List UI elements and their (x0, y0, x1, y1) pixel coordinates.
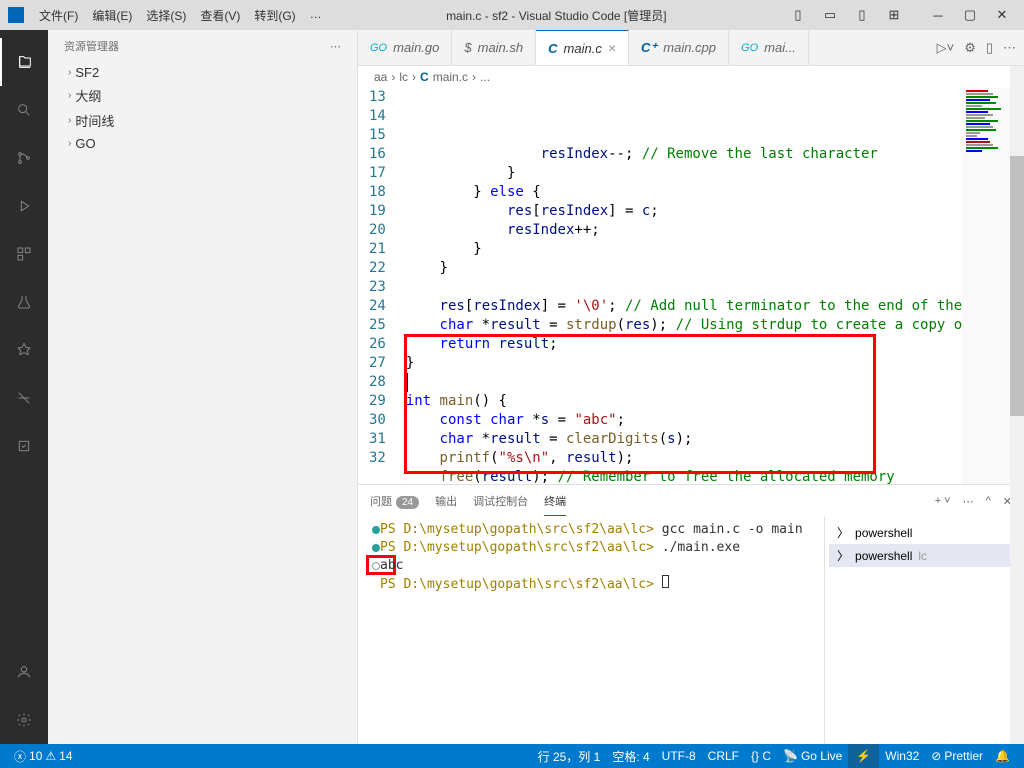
tree-item[interactable]: ›SF2 (48, 62, 357, 83)
code-area[interactable]: resIndex--; // Remove the last character… (406, 88, 962, 484)
testing-icon[interactable] (0, 278, 48, 326)
sb-spaces[interactable]: 空格: 4 (606, 748, 655, 765)
sb-remote-icon[interactable]: ⚡ (848, 744, 879, 768)
window-controls: ─ ▢ ✕ (924, 5, 1016, 25)
sb-prettier[interactable]: ⊘ Prettier (925, 749, 989, 763)
bottom-panel: 问题24 输出调试控制台终端 + ˅ ⋯ ^ ✕ PS D:\mysetup\go… (358, 484, 1024, 744)
chevron-right-icon: › (68, 115, 71, 126)
more-icon[interactable]: ⋯ (963, 495, 974, 508)
menu-item[interactable]: … (303, 7, 329, 24)
menu-item[interactable]: 查看(V) (193, 7, 247, 24)
run-icon[interactable]: ▷˅ (937, 40, 955, 56)
sb-errors[interactable]: ⓧ 10 ⚠ 14 (8, 748, 79, 765)
editor-body[interactable]: 1314151617181920212223242526272829303132… (358, 88, 1024, 484)
titlebar: 文件(F)编辑(E)选择(S)查看(V)转到(G)… main.c - sf2 … (0, 0, 1024, 30)
sb-encoding[interactable]: UTF-8 (656, 749, 702, 763)
terminal-line: PS D:\mysetup\gopath\src\sf2\aa\lc> ./ma… (370, 539, 812, 557)
chevron-up-icon[interactable]: ^ (986, 495, 991, 508)
terminal-line: PS D:\mysetup\gopath\src\sf2\aa\lc> (370, 575, 812, 594)
settings-icon[interactable] (0, 696, 48, 744)
panel-tabs: 问题24 输出调试控制台终端 + ˅ ⋯ ^ ✕ (358, 485, 1024, 517)
source-control-icon[interactable] (0, 134, 48, 182)
panel-tab[interactable]: 调试控制台 (473, 487, 528, 515)
panel-tab[interactable]: 输出 (435, 487, 457, 515)
terminal-list-item[interactable]: 〉powershell (829, 521, 1020, 544)
line-gutter: 1314151617181920212223242526272829303132 (358, 88, 406, 484)
terminal-line: PS D:\mysetup\gopath\src\sf2\aa\lc> gcc … (370, 521, 812, 539)
layout-icon[interactable]: ⊞ (880, 5, 908, 25)
editor-area: GOmain.go$main.shCmain.c×C⁺main.cppGOmai… (358, 30, 1024, 744)
tab-actions: ▷˅ ⚙ ▯ ⋯ (929, 30, 1024, 65)
vscode-icon (8, 7, 24, 23)
sb-lang[interactable]: {} C (745, 749, 777, 763)
window-title: main.c - sf2 - Visual Studio Code [管理员] (329, 7, 784, 24)
editor-tab[interactable]: C⁺main.cpp (629, 30, 729, 65)
explorer-icon[interactable] (0, 38, 48, 86)
sidebar-title: 资源管理器 (64, 38, 119, 54)
c-file-icon: C (420, 70, 429, 84)
terminal-list-item[interactable]: 〉powershell lc (829, 544, 1020, 567)
menu-item[interactable]: 转到(G) (247, 7, 302, 24)
panel-actions: + ˅ ⋯ ^ ✕ (935, 495, 1012, 508)
new-terminal-icon[interactable]: + ˅ (935, 495, 951, 508)
panel-tab[interactable]: 问题24 (370, 487, 419, 515)
tree-item[interactable]: ›GO (48, 133, 357, 154)
sb-platform[interactable]: Win32 (879, 749, 925, 763)
close-button[interactable]: ✕ (988, 5, 1016, 25)
more-icon[interactable]: ⋯ (330, 40, 341, 53)
tree-item[interactable]: ›大纲 (48, 83, 357, 108)
menu-item[interactable]: 选择(S) (139, 7, 193, 24)
sb-eol[interactable]: CRLF (702, 749, 745, 763)
layout-icon[interactable]: ▭ (816, 5, 844, 25)
sb-position[interactable]: 行 25，列 1 (532, 748, 607, 765)
split-icon[interactable]: ▯ (986, 40, 993, 56)
activity-bar (0, 30, 48, 744)
chevron-right-icon: › (68, 138, 71, 149)
gear-icon[interactable]: ⚙ (964, 40, 976, 56)
layout-icon[interactable]: ▯ (848, 5, 876, 25)
sidebar-header: 资源管理器 ⋯ (48, 30, 357, 62)
editor-tab[interactable]: Cmain.c× (536, 30, 629, 65)
terminal-list: 〉powershell〉powershell lc (824, 517, 1024, 744)
minimize-button[interactable]: ─ (924, 5, 952, 25)
sb-notifications-icon[interactable]: 🔔 (989, 749, 1016, 763)
editor-tab[interactable]: GOmai... (729, 30, 809, 65)
sidebar: 资源管理器 ⋯ ›SF2›大纲›时间线›GO (48, 30, 358, 744)
panel-tab[interactable]: 终端 (544, 487, 566, 516)
chevron-right-icon: › (68, 90, 71, 101)
editor-tab[interactable]: $main.sh (452, 30, 536, 65)
extensions-icon[interactable] (0, 230, 48, 278)
close-tab-icon[interactable]: × (608, 40, 616, 56)
menu-item[interactable]: 编辑(E) (85, 7, 139, 24)
more-icon[interactable]: ⋯ (1003, 40, 1016, 56)
layout-icon[interactable]: ▯ (784, 5, 812, 25)
maximize-button[interactable]: ▢ (956, 5, 984, 25)
accounts-icon[interactable] (0, 648, 48, 696)
terminal-icon: 〉 (837, 524, 849, 541)
menu-bar: 文件(F)编辑(E)选择(S)查看(V)转到(G)… (32, 7, 329, 24)
scrollbar-vertical[interactable] (1010, 66, 1024, 744)
breadcrumb[interactable]: aa › lc › C main.c › ... (358, 66, 1024, 88)
sidebar-tree: ›SF2›大纲›时间线›GO (48, 62, 357, 744)
extension-icon[interactable] (0, 422, 48, 470)
sb-golive[interactable]: 📡 Go Live (777, 749, 848, 763)
editor-tabs: GOmain.go$main.shCmain.c×C⁺main.cppGOmai… (358, 30, 1024, 66)
editor-tab[interactable]: GOmain.go (358, 30, 452, 65)
menu-item[interactable]: 文件(F) (32, 7, 85, 24)
layout-controls: ▯ ▭ ▯ ⊞ (784, 5, 908, 25)
search-icon[interactable] (0, 86, 48, 134)
terminal-icon: 〉 (837, 547, 849, 564)
tree-item[interactable]: ›时间线 (48, 108, 357, 133)
chevron-right-icon: › (68, 67, 71, 78)
run-debug-icon[interactable] (0, 182, 48, 230)
extension-icon[interactable] (0, 374, 48, 422)
statusbar: ⓧ 10 ⚠ 14 行 25，列 1 空格: 4 UTF-8 CRLF {} C… (0, 744, 1024, 768)
terminal-line: abc (370, 557, 812, 575)
terminal[interactable]: PS D:\mysetup\gopath\src\sf2\aa\lc> gcc … (358, 517, 824, 744)
extension-icon[interactable] (0, 326, 48, 374)
scrollbar-thumb[interactable] (1010, 156, 1024, 416)
